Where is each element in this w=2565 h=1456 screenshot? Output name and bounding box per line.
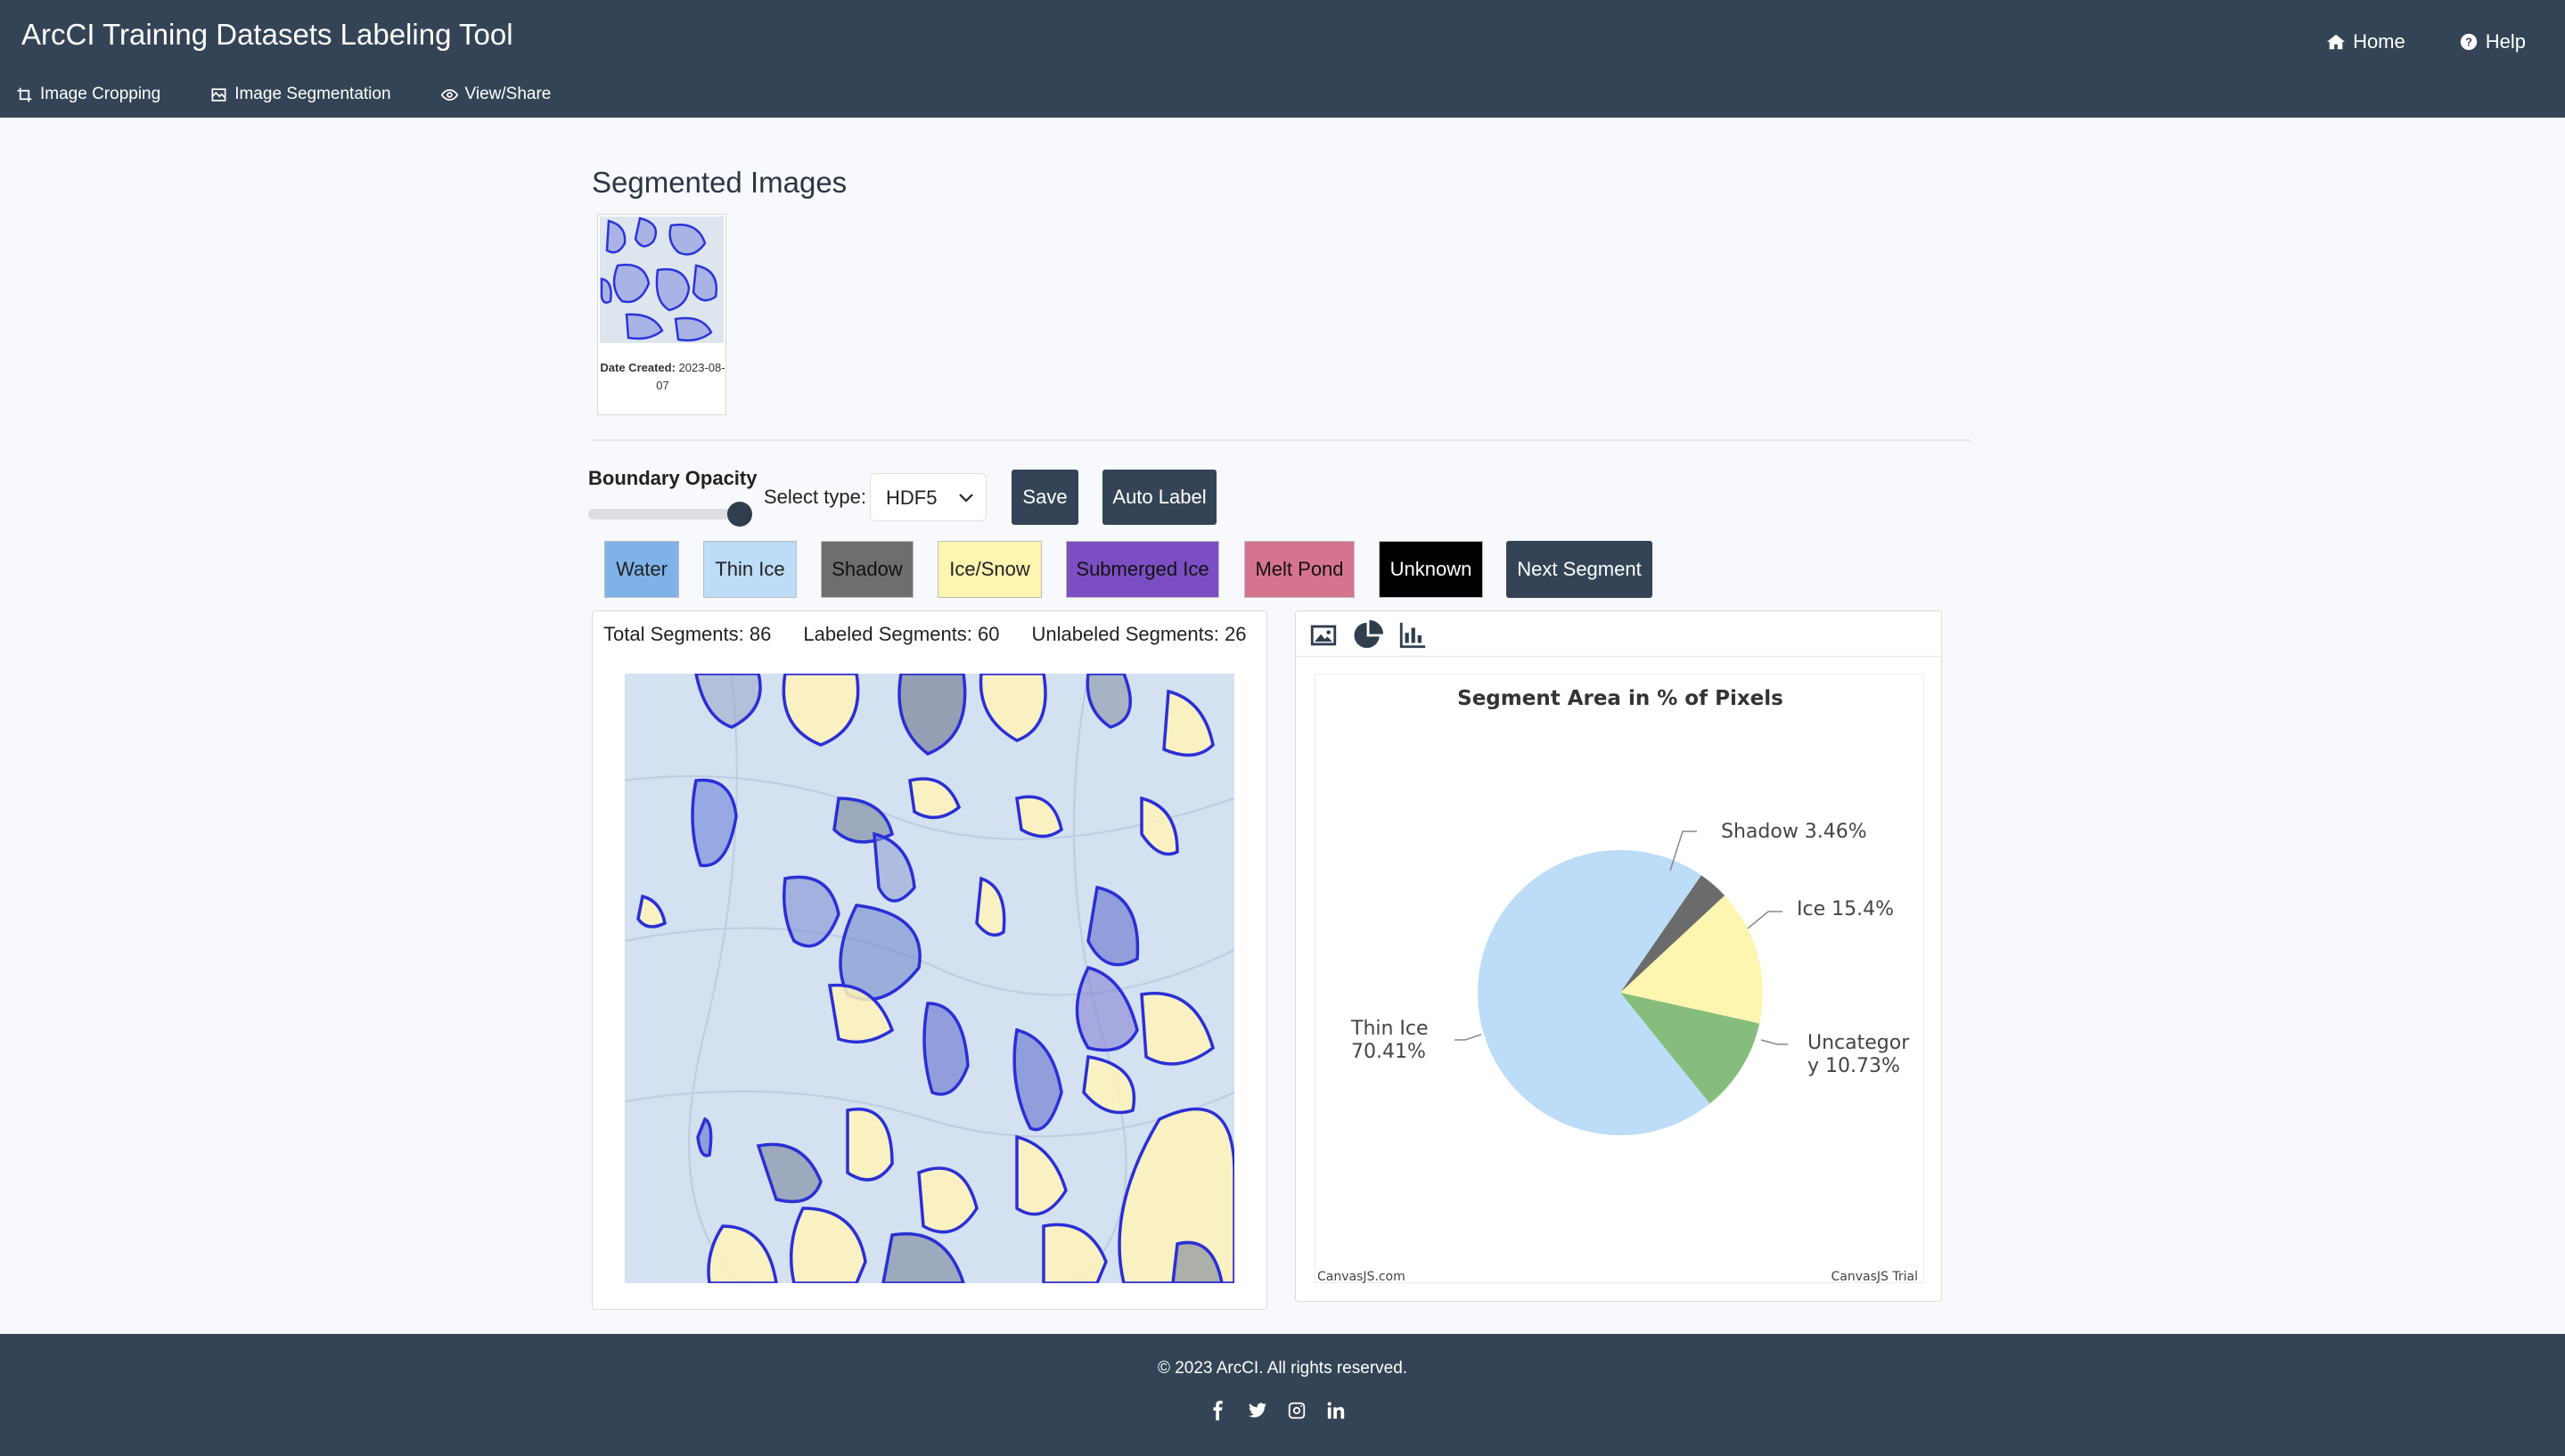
select-type-value: HDF5: [886, 487, 938, 509]
boundary-opacity-label: Boundary Opacity: [588, 467, 758, 489]
segmented-image-card[interactable]: Date Created: 2023-08-07: [597, 214, 726, 415]
labeled-segments: Labeled Segments: 60: [803, 623, 1000, 645]
top-nav: Home ? Help: [2326, 30, 2526, 53]
app-title: ArcCI Training Datasets Labeling Tool: [21, 18, 513, 51]
app-header: ArcCI Training Datasets Labeling Tool Ho…: [0, 0, 2565, 118]
instagram-icon[interactable]: [1287, 1400, 1307, 1421]
image-segmentation-label: Image Segmentation: [234, 85, 391, 103]
unlabeled-segments: Unlabeled Segments: 26: [1031, 623, 1247, 645]
label-melt-pond-button[interactable]: Melt Pond: [1244, 541, 1355, 598]
facebook-icon[interactable]: [1209, 1400, 1228, 1421]
segmented-images-title: Segmented Images: [592, 166, 848, 199]
home-link[interactable]: Home: [2326, 30, 2405, 53]
image-icon[interactable]: [1308, 620, 1339, 650]
crop-icon: [17, 87, 32, 102]
thin-ice-slice-label-line1: Thin Ice: [1350, 1018, 1429, 1040]
bar-chart-icon[interactable]: [1397, 620, 1428, 650]
uncategory-slice-label-line1: Uncategor: [1807, 1032, 1910, 1054]
shadow-slice-label: Shadow 3.46%: [1721, 821, 1867, 843]
label-submerged-ice-button[interactable]: Submerged Ice: [1066, 541, 1219, 598]
label-thin-ice-button[interactable]: Thin Ice: [703, 541, 797, 598]
chart-panel: Segment Area in % of Pixels Shadow 3.46%…: [1295, 610, 1942, 1302]
chart-toolbar: [1308, 620, 1428, 650]
thin-ice-slice-label-line2: 70.41%: [1351, 1041, 1426, 1063]
view-share-label: View/Share: [464, 85, 552, 103]
boundary-opacity-slider-handle[interactable]: [727, 502, 752, 527]
date-created-label: Date Created:: [600, 361, 676, 374]
canvasjs-trial-note: CanvasJS Trial: [1831, 1270, 1918, 1284]
next-segment-button[interactable]: Next Segment: [1506, 541, 1652, 598]
help-label: Help: [2485, 30, 2526, 53]
canvasjs-credit[interactable]: CanvasJS.com: [1317, 1270, 1405, 1284]
segmented-image-thumbnail[interactable]: [600, 217, 724, 343]
section-divider: [591, 439, 1971, 441]
label-unknown-button[interactable]: Unknown: [1379, 541, 1483, 598]
eye-icon: [440, 88, 458, 101]
label-water-button[interactable]: Water: [604, 541, 679, 598]
social-links: [1209, 1400, 1346, 1421]
ice-slice-label: Ice 15.4%: [1797, 898, 1894, 920]
uncategory-slice-label-line2: y 10.73%: [1807, 1055, 1900, 1077]
sub-nav: Image Cropping Image Segmentation View/S…: [16, 85, 551, 104]
total-segments: Total Segments: 86: [603, 623, 772, 645]
auto-label-button[interactable]: Auto Label: [1102, 470, 1217, 525]
footer: © 2023 ArcCI. All rights reserved.: [0, 1334, 2565, 1456]
help-link[interactable]: ? Help: [2459, 30, 2526, 53]
save-button[interactable]: Save: [1012, 470, 1078, 525]
copyright: © 2023 ArcCI. All rights reserved.: [1157, 1359, 1408, 1378]
label-shadow-button[interactable]: Shadow: [821, 541, 914, 598]
pie-chart-icon[interactable]: [1353, 620, 1383, 650]
segmentation-icon: [211, 87, 226, 102]
toolbar-divider: [1296, 656, 1941, 657]
svg-text:?: ?: [2465, 36, 2472, 49]
segmentation-canvas[interactable]: [625, 674, 1234, 1283]
image-cropping-link[interactable]: Image Cropping: [16, 85, 160, 104]
twitter-icon[interactable]: [1248, 1400, 1267, 1421]
select-type-label: Select type:: [764, 486, 866, 508]
pie-chart[interactable]: Segment Area in % of Pixels Shadow 3.46%…: [1315, 674, 1924, 1284]
label-ice-snow-button[interactable]: Ice/Snow: [938, 541, 1042, 598]
boundary-opacity-slider[interactable]: [588, 509, 742, 519]
select-type-dropdown[interactable]: HDF5: [870, 473, 987, 521]
chevron-down-icon: [959, 494, 973, 503]
help-icon: ?: [2460, 33, 2477, 51]
image-segmentation-link[interactable]: Image Segmentation: [210, 85, 391, 104]
view-share-link[interactable]: View/Share: [440, 85, 552, 104]
home-label: Home: [2353, 30, 2405, 53]
segment-stats: Total Segments: 86 Labeled Segments: 60 …: [603, 623, 1246, 646]
segmentation-panel: Total Segments: 86 Labeled Segments: 60 …: [592, 610, 1267, 1310]
linkedin-icon[interactable]: [1326, 1400, 1346, 1421]
image-cropping-label: Image Cropping: [40, 85, 161, 103]
home-icon: [2326, 34, 2346, 50]
date-created: Date Created: 2023-08-07: [598, 359, 727, 395]
